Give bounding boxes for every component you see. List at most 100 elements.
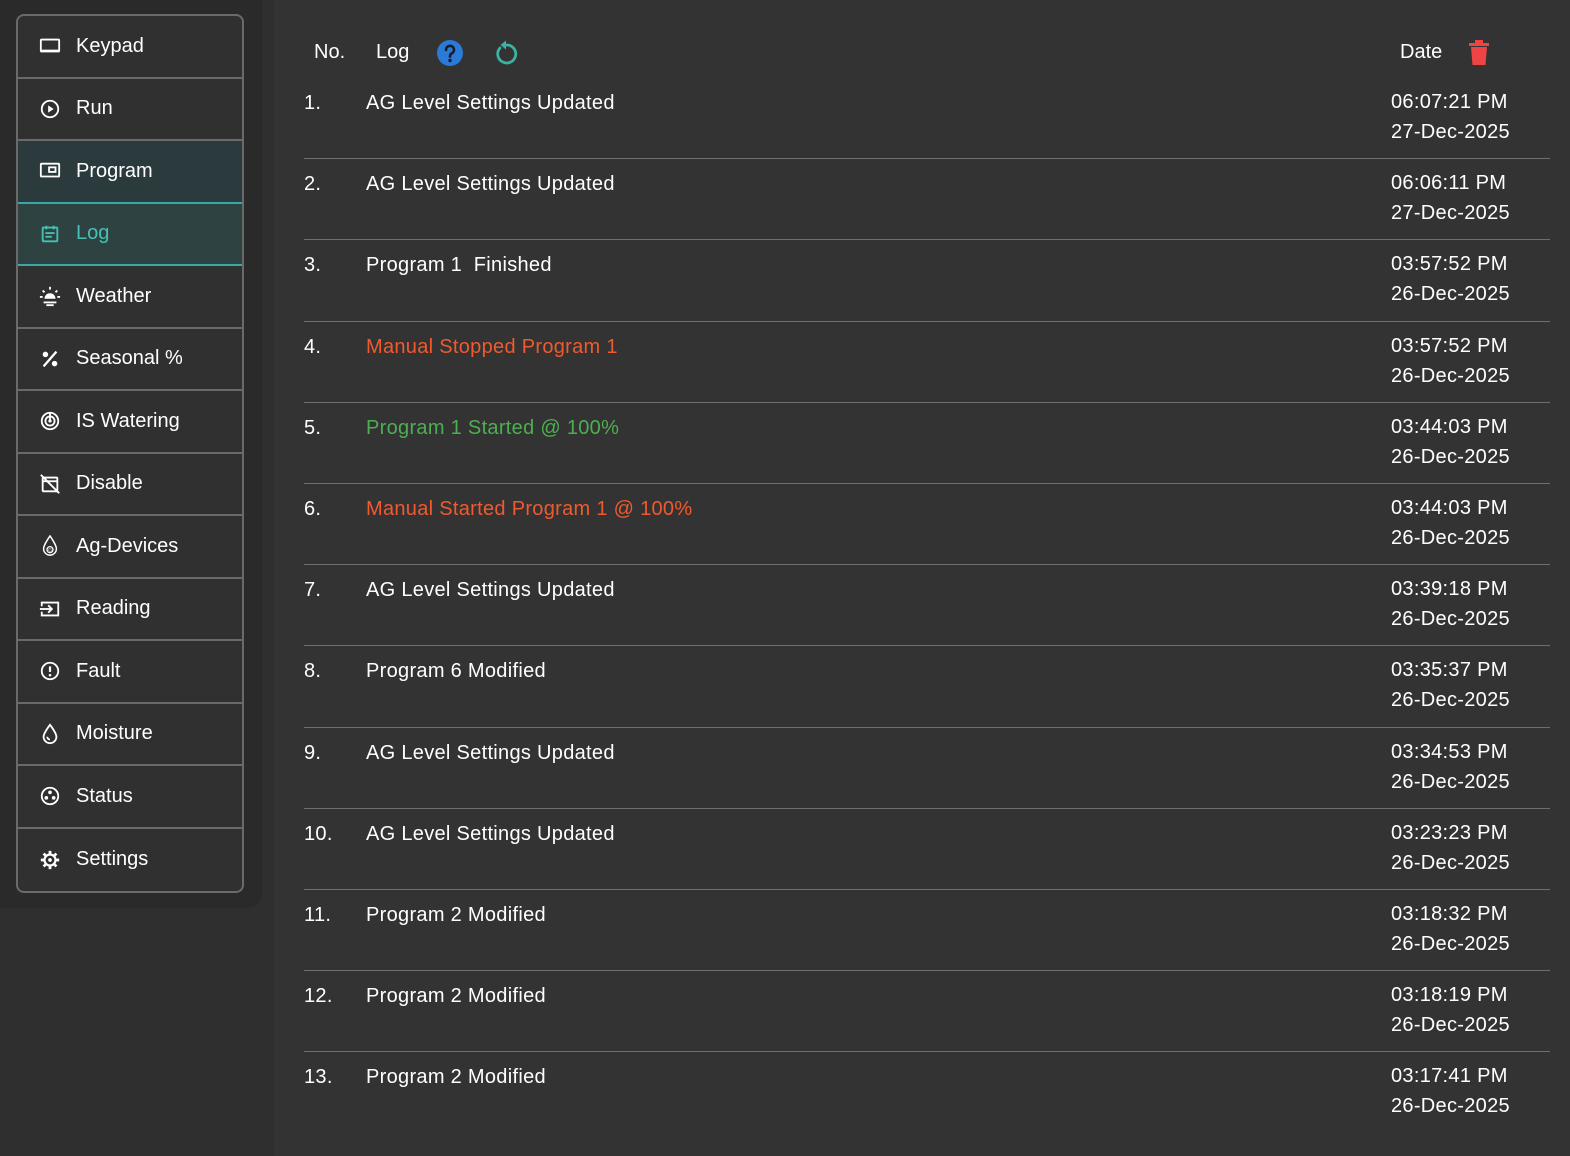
log-row: 12. Program 2 Modified 03:18:19 PM 26-De… — [304, 971, 1550, 1053]
sidebar-item-label: Reading — [76, 597, 151, 620]
log-row-date: 26-Dec-2025 — [1391, 1014, 1510, 1037]
help-icon[interactable] — [436, 39, 464, 67]
sidebar-item-label: Program — [76, 159, 153, 182]
log-row-datetime: 03:57:52 PM 26-Dec-2025 — [1391, 331, 1510, 391]
log-row: 7. AG Level Settings Updated 03:39:18 PM… — [304, 565, 1550, 647]
log-row-datetime: 03:18:32 PM 26-Dec-2025 — [1391, 899, 1510, 959]
sidebar-item-log[interactable]: Log — [18, 203, 242, 266]
sidebar-item-seasonal[interactable]: Seasonal % — [18, 329, 242, 391]
log-row-number: 8. — [304, 660, 322, 683]
log-row-number: 1. — [304, 92, 322, 114]
log-row-number: 6. — [304, 497, 322, 520]
svg-text:G: G — [48, 548, 52, 554]
log-row-time: 03:18:32 PM — [1391, 902, 1508, 925]
log-row-datetime: 03:44:03 PM 26-Dec-2025 — [1391, 493, 1510, 553]
gear-icon — [38, 848, 62, 872]
calendar-off-icon — [38, 472, 62, 496]
log-list: 1. AG Level Settings Updated 06:07:21 PM… — [304, 78, 1550, 1133]
log-row-datetime: 03:23:23 PM 26-Dec-2025 — [1391, 818, 1510, 878]
sidebar-item-label: Status — [76, 784, 133, 807]
log-row-time: 03:23:23 PM — [1391, 821, 1508, 844]
log-row-date: 26-Dec-2025 — [1391, 445, 1510, 468]
sidebar-item-ag-devices[interactable]: G Ag-Devices — [18, 516, 242, 579]
sidebar-item-label: Run — [76, 97, 113, 120]
log-row-message: Program 1 Finished — [366, 254, 552, 277]
log-row-date: 26-Dec-2025 — [1391, 364, 1510, 387]
log-row-date: 27-Dec-2025 — [1391, 202, 1510, 225]
log-row-date: 26-Dec-2025 — [1391, 608, 1510, 631]
log-row-number: 7. — [304, 579, 322, 602]
log-row-date: 26-Dec-2025 — [1391, 932, 1510, 955]
log-row-message: Manual Started Program 1 @ 100% — [366, 497, 693, 520]
sidebar-item-run[interactable]: Run — [18, 79, 242, 141]
log-row-datetime: 06:07:21 PM 27-Dec-2025 — [1391, 87, 1510, 147]
log-row-time: 06:07:21 PM — [1391, 91, 1508, 113]
log-row-datetime: 03:39:18 PM 26-Dec-2025 — [1391, 574, 1510, 634]
log-row-message: Manual Stopped Program 1 — [366, 335, 618, 358]
sidebar-item-reading[interactable]: Reading — [18, 579, 242, 641]
calendar-log-icon — [38, 222, 62, 246]
alert-circle-icon — [38, 659, 62, 683]
sidebar-item-label: Keypad — [76, 34, 144, 57]
column-header-no: No. — [314, 41, 346, 63]
sidebar-item-disable[interactable]: Disable — [18, 454, 242, 516]
log-row-datetime: 03:34:53 PM 26-Dec-2025 — [1391, 737, 1510, 797]
log-row-message: Program 6 Modified — [366, 660, 546, 683]
sidebar-item-is-watering[interactable]: IS Watering — [18, 391, 242, 454]
log-row: 9. AG Level Settings Updated 03:34:53 PM… — [304, 728, 1550, 809]
sun-icon — [38, 284, 62, 308]
log-row-number: 13. — [304, 1066, 333, 1089]
log-row-number: 2. — [304, 173, 322, 196]
sidebar-panel: Keypad Run Program Log Weather Seasonal … — [0, 0, 262, 908]
log-row-number: 5. — [304, 416, 322, 439]
sidebar-item-settings[interactable]: Settings — [18, 829, 242, 892]
log-row-message: AG Level Settings Updated — [366, 92, 615, 114]
percent-icon — [38, 347, 62, 371]
input-icon — [38, 597, 62, 621]
log-row-message: Program 2 Modified — [366, 985, 546, 1008]
log-row-message: AG Level Settings Updated — [366, 579, 615, 602]
sidebar-item-label: Seasonal % — [76, 347, 183, 370]
log-row-time: 03:44:03 PM — [1391, 496, 1508, 519]
sidebar-item-label: Ag-Devices — [76, 534, 179, 557]
log-row-date: 26-Dec-2025 — [1391, 1095, 1510, 1118]
log-row-message: Program 2 Modified — [366, 1066, 546, 1089]
sidebar-item-status[interactable]: Status — [18, 766, 242, 829]
sidebar-item-weather[interactable]: Weather — [18, 266, 242, 329]
sidebar-item-label: Moisture — [76, 722, 153, 745]
log-row: 11. Program 2 Modified 03:18:32 PM 26-De… — [304, 890, 1550, 972]
log-row-message: AG Level Settings Updated — [366, 741, 615, 764]
log-row-message: Program 1 Started @ 100% — [366, 416, 620, 439]
log-row: 8. Program 6 Modified 03:35:37 PM 26-Dec… — [304, 646, 1550, 728]
log-row-date: 27-Dec-2025 — [1391, 121, 1510, 143]
column-header-date: Date — [1400, 41, 1443, 63]
log-row: 2. AG Level Settings Updated 06:06:11 PM… — [304, 159, 1550, 241]
sidebar-item-label: Log — [76, 222, 110, 245]
column-header-log: Log — [376, 41, 410, 63]
log-row: 5. Program 1 Started @ 100% 03:44:03 PM … — [304, 403, 1550, 484]
log-row-time: 03:57:52 PM — [1391, 334, 1508, 357]
log-row: 6. Manual Started Program 1 @ 100% 03:44… — [304, 484, 1550, 566]
sidebar-item-label: Disable — [76, 472, 143, 495]
log-row: 4. Manual Stopped Program 1 03:57:52 PM … — [304, 322, 1550, 403]
program-icon — [38, 159, 62, 183]
log-row-number: 4. — [304, 335, 322, 358]
log-row-number: 12. — [304, 985, 333, 1008]
sidebar-item-fault[interactable]: Fault — [18, 641, 242, 704]
sidebar-item-program[interactable]: Program — [18, 141, 242, 204]
sidebar-item-moisture[interactable]: Moisture — [18, 704, 242, 766]
log-row-datetime: 06:06:11 PM 27-Dec-2025 — [1391, 168, 1510, 228]
log-row-time: 03:17:41 PM — [1391, 1065, 1508, 1088]
log-row-datetime: 03:35:37 PM 26-Dec-2025 — [1391, 655, 1510, 715]
keyboard-icon — [38, 34, 62, 58]
sidebar-item-keypad[interactable]: Keypad — [18, 16, 242, 79]
log-row-date: 26-Dec-2025 — [1391, 851, 1510, 874]
log-row: 1. AG Level Settings Updated 06:07:21 PM… — [304, 78, 1550, 160]
refresh-icon[interactable] — [492, 39, 520, 67]
ag-device-drop-icon: G — [38, 534, 62, 558]
log-row-message: Program 2 Modified — [366, 903, 546, 926]
log-row-datetime: 03:44:03 PM 26-Dec-2025 — [1391, 412, 1510, 472]
status-icon — [38, 784, 62, 808]
sidebar-nav: Keypad Run Program Log Weather Seasonal … — [16, 14, 244, 893]
delete-icon[interactable] — [1466, 39, 1492, 67]
